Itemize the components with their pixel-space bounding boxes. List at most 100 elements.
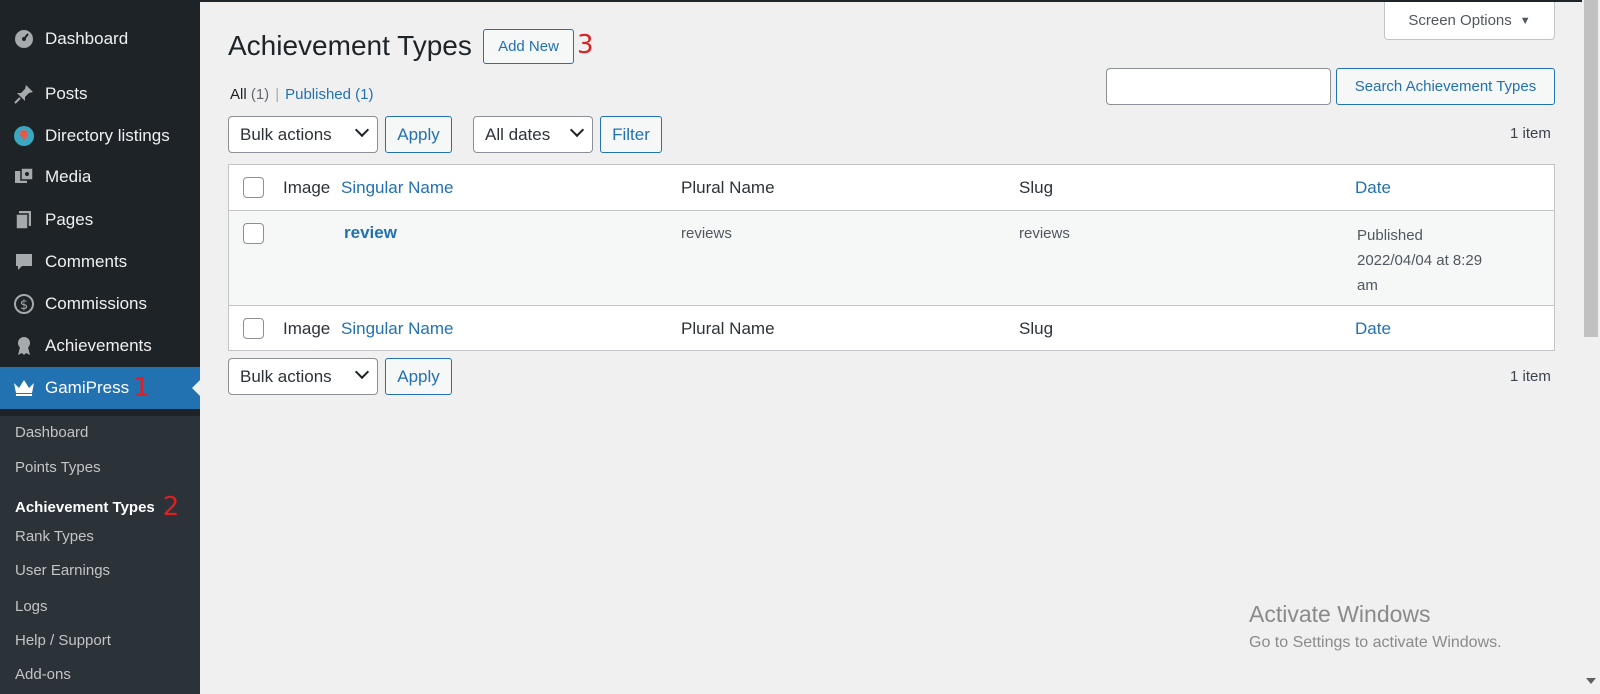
view-published[interactable]: Published (1) — [285, 86, 373, 103]
menu-label: GamiPress — [45, 378, 130, 397]
select-all-checkbox-footer[interactable] — [243, 318, 264, 339]
dates-value: All dates — [485, 124, 551, 144]
column-plural-name-footer: Plural Name — [681, 319, 775, 338]
admin-bar-edge — [200, 0, 1582, 2]
row-date-line2: am — [1357, 277, 1378, 294]
vertical-scrollbar[interactable] — [1582, 0, 1600, 694]
menu-label: Achievements — [45, 336, 152, 355]
column-image-footer: Image — [283, 319, 331, 338]
admin-sidebar: Dashboard Posts Directory listings Media… — [0, 0, 200, 694]
items-count-top: 1 item — [1510, 125, 1551, 142]
search-input[interactable] — [1106, 68, 1331, 105]
table-footer: Image Singular Name Plural Name Slug Dat… — [229, 305, 1554, 351]
add-new-button[interactable]: Add New — [483, 29, 574, 64]
row-checkbox[interactable] — [243, 223, 264, 244]
comment-icon — [12, 250, 36, 274]
chevron-down-icon — [569, 122, 585, 138]
bulk-actions-select-bottom[interactable]: Bulk actions — [228, 358, 378, 395]
annotation-3: 3 — [577, 30, 594, 60]
view-all-count: (1) — [250, 86, 270, 103]
menu-item-dashboard[interactable]: Dashboard — [0, 18, 200, 60]
menu-item-pages[interactable]: Pages — [0, 199, 200, 241]
submenu-item-add-ons[interactable]: Add-ons — [15, 666, 71, 683]
submenu-item-points-types[interactable]: Points Types — [15, 459, 101, 476]
gamipress-submenu: Dashboard Points Types Achievement Types… — [0, 416, 200, 694]
menu-item-comments[interactable]: Comments — [0, 241, 200, 283]
bulk-actions-select-top[interactable]: Bulk actions — [228, 116, 378, 153]
crown-icon — [12, 376, 36, 400]
apply-button-bottom[interactable]: Apply — [385, 358, 452, 395]
page-title: Achievement Types — [228, 30, 472, 61]
main-content: Screen Options ▼ Achievement Types Add N… — [200, 0, 1582, 694]
column-slug: Slug — [1019, 178, 1054, 197]
submenu-label: Help / Support — [15, 632, 111, 649]
svg-text:$: $ — [20, 298, 28, 313]
submenu-label: Dashboard — [15, 424, 89, 441]
annotation-1: 1 — [133, 373, 150, 403]
annotation-2: 2 — [162, 492, 180, 522]
dashboard-icon — [12, 27, 36, 51]
select-all-checkbox[interactable] — [243, 177, 264, 198]
table-row: review reviews reviews Published 2022/04… — [229, 211, 1554, 305]
column-singular-name-footer[interactable]: Singular Name — [341, 319, 453, 339]
directory-icon — [12, 124, 36, 148]
view-all-label: All — [230, 86, 247, 103]
submenu-label: Rank Types — [15, 528, 94, 545]
menu-item-media[interactable]: Media — [0, 156, 200, 198]
caret-down-icon: ▼ — [1519, 14, 1531, 27]
column-image: Image — [283, 178, 331, 197]
column-plural-name: Plural Name — [681, 178, 775, 197]
menu-label: Posts — [45, 84, 88, 103]
row-date-line1: 2022/04/04 at 8:29 — [1357, 252, 1483, 269]
screen-options-button[interactable]: Screen Options ▼ — [1384, 2, 1555, 40]
view-separator: | — [275, 86, 280, 103]
view-all[interactable]: All (1) — [230, 86, 269, 103]
view-published-count: (1) — [355, 86, 374, 103]
filter-button[interactable]: Filter — [600, 116, 662, 153]
submenu-item-logs[interactable]: Logs — [15, 598, 48, 615]
menu-label: Dashboard — [45, 29, 129, 48]
row-plural-name: reviews — [681, 225, 732, 242]
submenu-item-rank-types[interactable]: Rank Types — [15, 528, 94, 545]
menu-item-posts[interactable]: Posts — [0, 73, 200, 115]
column-singular-name[interactable]: Singular Name — [341, 178, 453, 198]
menu-label: Comments — [45, 252, 128, 271]
row-date-status: Published — [1357, 227, 1423, 244]
scrollbar-thumb[interactable] — [1584, 0, 1598, 337]
menu-item-directory-listings[interactable]: Directory listings — [0, 115, 200, 157]
menu-item-gamipress[interactable]: GamiPress 1 — [0, 367, 200, 409]
watermark-subtitle: Go to Settings to activate Windows. — [1249, 634, 1502, 651]
submenu-item-dashboard[interactable]: Dashboard — [15, 424, 88, 441]
column-date-footer[interactable]: Date — [1355, 319, 1391, 339]
menu-item-achievements[interactable]: Achievements — [0, 325, 200, 367]
row-slug: reviews — [1019, 225, 1070, 242]
watermark-title: Activate Windows — [1249, 601, 1431, 627]
apply-button-top[interactable]: Apply — [385, 116, 452, 153]
achievement-types-table: Image Singular Name Plural Name Slug Dat… — [228, 164, 1555, 351]
media-icon — [12, 165, 36, 189]
submenu-item-user-earnings[interactable]: User Earnings — [15, 562, 110, 579]
submenu-label: Logs — [15, 598, 48, 615]
row-date: Published 2022/04/04 at 8:29 am — [1357, 223, 1527, 298]
active-indicator — [192, 380, 200, 396]
scroll-down-arrow-icon[interactable] — [1586, 678, 1596, 684]
pushpin-icon — [12, 82, 36, 106]
dates-filter-select[interactable]: All dates — [473, 116, 593, 153]
menu-item-commissions[interactable]: $ Commissions — [0, 283, 200, 325]
screen-options-label: Screen Options — [1408, 12, 1512, 29]
submenu-item-achievement-types[interactable]: Achievement Types 2 — [15, 492, 179, 522]
dollar-icon: $ — [12, 292, 36, 316]
table-header: Image Singular Name Plural Name Slug Dat… — [229, 165, 1554, 211]
submenu-item-help-support[interactable]: Help / Support — [15, 632, 111, 649]
row-singular-name-link[interactable]: review — [344, 223, 397, 243]
bulk-actions-value: Bulk actions — [240, 366, 332, 386]
menu-label: Commissions — [45, 294, 148, 313]
menu-label: Pages — [45, 210, 94, 229]
award-icon — [12, 334, 36, 358]
menu-label: Media — [45, 167, 92, 186]
status-views: All (1) | Published (1) — [230, 86, 374, 103]
search-achievement-types-button[interactable]: Search Achievement Types — [1336, 68, 1555, 105]
column-date[interactable]: Date — [1355, 178, 1391, 198]
submenu-label: Points Types — [15, 459, 101, 476]
submenu-label: User Earnings — [15, 562, 111, 579]
